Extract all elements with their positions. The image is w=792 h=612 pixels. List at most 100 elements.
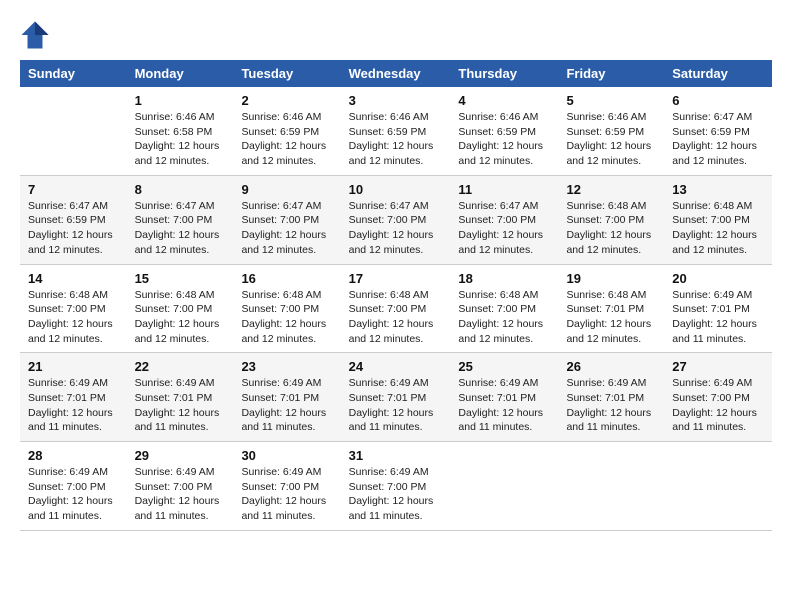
- calendar-cell: 3 Sunrise: 6:46 AM Sunset: 6:59 PM Daylig…: [341, 87, 451, 175]
- day-number: 25: [458, 359, 550, 374]
- calendar-cell: 19Sunrise: 6:48 AM Sunset: 7:01 PM Dayli…: [558, 264, 664, 353]
- calendar-table: SundayMondayTuesdayWednesdayThursdayFrid…: [20, 60, 772, 531]
- calendar-cell: 29 Sunrise: 6:49 AM Sunset: 7:00 PM Dayli…: [127, 442, 234, 531]
- calendar-cell: 12Sunrise: 6:48 AM Sunset: 7:00 PM Dayli…: [558, 175, 664, 264]
- column-header-thursday: Thursday: [450, 60, 558, 87]
- column-header-saturday: Saturday: [664, 60, 772, 87]
- day-number: 18: [458, 271, 550, 286]
- calendar-cell: 24 Sunrise: 6:49 AM Sunset: 7:01 PM Dayli…: [341, 353, 451, 442]
- column-header-wednesday: Wednesday: [341, 60, 451, 87]
- day-number: 2: [241, 93, 332, 108]
- calendar-cell: [664, 442, 772, 531]
- day-number: 28: [28, 448, 119, 463]
- day-number: 22: [135, 359, 226, 374]
- column-header-sunday: Sunday: [20, 60, 127, 87]
- calendar-cell: 25 Sunrise: 6:49 AM Sunset: 7:01 PM Dayli…: [450, 353, 558, 442]
- calendar-cell: 30 Sunrise: 6:49 AM Sunset: 7:00 PM Dayli…: [233, 442, 340, 531]
- calendar-cell: 17 Sunrise: 6:48 AM Sunset: 7:00 PM Dayli…: [341, 264, 451, 353]
- day-detail: Sunrise: 6:47 AM Sunset: 6:59 PM Dayligh…: [28, 199, 119, 258]
- day-number: 30: [241, 448, 332, 463]
- calendar-cell: 13 Sunrise: 6:48 AM Sunset: 7:00 PM Dayli…: [664, 175, 772, 264]
- calendar-cell: [558, 442, 664, 531]
- day-detail: Sunrise: 6:46 AM Sunset: 6:59 PM Dayligh…: [566, 110, 656, 169]
- day-number: 14: [28, 271, 119, 286]
- day-detail: Sunrise: 6:48 AM Sunset: 7:00 PM Dayligh…: [672, 199, 764, 258]
- calendar-cell: 22 Sunrise: 6:49 AM Sunset: 7:01 PM Dayli…: [127, 353, 234, 442]
- day-detail: Sunrise: 6:49 AM Sunset: 7:00 PM Dayligh…: [135, 465, 226, 524]
- calendar-cell: 8 Sunrise: 6:47 AM Sunset: 7:00 PM Daylig…: [127, 175, 234, 264]
- header-row: SundayMondayTuesdayWednesdayThursdayFrid…: [20, 60, 772, 87]
- calendar-cell: 16Sunrise: 6:48 AM Sunset: 7:00 PM Dayli…: [233, 264, 340, 353]
- calendar-week-2: 7 Sunrise: 6:47 AM Sunset: 6:59 PM Daylig…: [20, 175, 772, 264]
- calendar-cell: 1Sunrise: 6:46 AM Sunset: 6:58 PM Daylig…: [127, 87, 234, 175]
- day-number: 31: [349, 448, 443, 463]
- day-detail: Sunrise: 6:46 AM Sunset: 6:59 PM Dayligh…: [241, 110, 332, 169]
- day-number: 3: [349, 93, 443, 108]
- calendar-cell: 27 Sunrise: 6:49 AM Sunset: 7:00 PM Dayli…: [664, 353, 772, 442]
- day-detail: Sunrise: 6:46 AM Sunset: 6:58 PM Dayligh…: [135, 110, 226, 169]
- calendar-week-1: 1Sunrise: 6:46 AM Sunset: 6:58 PM Daylig…: [20, 87, 772, 175]
- calendar-cell: [20, 87, 127, 175]
- day-number: 17: [349, 271, 443, 286]
- day-number: 23: [241, 359, 332, 374]
- day-detail: Sunrise: 6:47 AM Sunset: 7:00 PM Dayligh…: [349, 199, 443, 258]
- logo-icon: [20, 20, 50, 50]
- day-detail: Sunrise: 6:49 AM Sunset: 7:01 PM Dayligh…: [135, 376, 226, 435]
- calendar-cell: 4 Sunrise: 6:46 AM Sunset: 6:59 PM Daylig…: [450, 87, 558, 175]
- day-number: 8: [135, 182, 226, 197]
- day-detail: Sunrise: 6:48 AM Sunset: 7:00 PM Dayligh…: [566, 199, 656, 258]
- day-detail: Sunrise: 6:47 AM Sunset: 7:00 PM Dayligh…: [458, 199, 550, 258]
- calendar-cell: 28 Sunrise: 6:49 AM Sunset: 7:00 PM Dayli…: [20, 442, 127, 531]
- day-number: 7: [28, 182, 119, 197]
- day-number: 5: [566, 93, 656, 108]
- day-detail: Sunrise: 6:49 AM Sunset: 7:01 PM Dayligh…: [672, 288, 764, 347]
- page-header: [20, 20, 772, 50]
- day-detail: Sunrise: 6:49 AM Sunset: 7:00 PM Dayligh…: [28, 465, 119, 524]
- day-number: 29: [135, 448, 226, 463]
- calendar-cell: 26Sunrise: 6:49 AM Sunset: 7:01 PM Dayli…: [558, 353, 664, 442]
- day-number: 20: [672, 271, 764, 286]
- day-detail: Sunrise: 6:47 AM Sunset: 7:00 PM Dayligh…: [241, 199, 332, 258]
- calendar-cell: 31Sunrise: 6:49 AM Sunset: 7:00 PM Dayli…: [341, 442, 451, 531]
- day-number: 27: [672, 359, 764, 374]
- day-detail: Sunrise: 6:48 AM Sunset: 7:00 PM Dayligh…: [349, 288, 443, 347]
- calendar-week-4: 21 Sunrise: 6:49 AM Sunset: 7:01 PM Dayli…: [20, 353, 772, 442]
- day-detail: Sunrise: 6:49 AM Sunset: 7:00 PM Dayligh…: [241, 465, 332, 524]
- day-detail: Sunrise: 6:49 AM Sunset: 7:01 PM Dayligh…: [349, 376, 443, 435]
- day-detail: Sunrise: 6:48 AM Sunset: 7:00 PM Dayligh…: [28, 288, 119, 347]
- day-detail: Sunrise: 6:46 AM Sunset: 6:59 PM Dayligh…: [458, 110, 550, 169]
- day-number: 16: [241, 271, 332, 286]
- calendar-body: 1Sunrise: 6:46 AM Sunset: 6:58 PM Daylig…: [20, 87, 772, 530]
- calendar-cell: 7 Sunrise: 6:47 AM Sunset: 6:59 PM Daylig…: [20, 175, 127, 264]
- day-detail: Sunrise: 6:48 AM Sunset: 7:01 PM Dayligh…: [566, 288, 656, 347]
- calendar-cell: 14 Sunrise: 6:48 AM Sunset: 7:00 PM Dayli…: [20, 264, 127, 353]
- day-number: 11: [458, 182, 550, 197]
- day-number: 24: [349, 359, 443, 374]
- calendar-cell: 10 Sunrise: 6:47 AM Sunset: 7:00 PM Dayli…: [341, 175, 451, 264]
- day-detail: Sunrise: 6:46 AM Sunset: 6:59 PM Dayligh…: [349, 110, 443, 169]
- day-detail: Sunrise: 6:49 AM Sunset: 7:01 PM Dayligh…: [458, 376, 550, 435]
- day-detail: Sunrise: 6:48 AM Sunset: 7:00 PM Dayligh…: [135, 288, 226, 347]
- day-detail: Sunrise: 6:47 AM Sunset: 6:59 PM Dayligh…: [672, 110, 764, 169]
- day-number: 10: [349, 182, 443, 197]
- calendar-cell: 21Sunrise: 6:49 AM Sunset: 7:01 PM Dayli…: [20, 353, 127, 442]
- day-detail: Sunrise: 6:49 AM Sunset: 7:00 PM Dayligh…: [672, 376, 764, 435]
- calendar-cell: 11 Sunrise: 6:47 AM Sunset: 7:00 PM Dayli…: [450, 175, 558, 264]
- day-number: 9: [241, 182, 332, 197]
- logo: [20, 20, 54, 50]
- calendar-header: SundayMondayTuesdayWednesdayThursdayFrid…: [20, 60, 772, 87]
- calendar-cell: 20 Sunrise: 6:49 AM Sunset: 7:01 PM Dayli…: [664, 264, 772, 353]
- calendar-cell: 18Sunrise: 6:48 AM Sunset: 7:00 PM Dayli…: [450, 264, 558, 353]
- calendar-cell: 23Sunrise: 6:49 AM Sunset: 7:01 PM Dayli…: [233, 353, 340, 442]
- calendar-cell: 2 Sunrise: 6:46 AM Sunset: 6:59 PM Daylig…: [233, 87, 340, 175]
- day-number: 15: [135, 271, 226, 286]
- day-detail: Sunrise: 6:47 AM Sunset: 7:00 PM Dayligh…: [135, 199, 226, 258]
- day-number: 21: [28, 359, 119, 374]
- column-header-monday: Monday: [127, 60, 234, 87]
- day-number: 6: [672, 93, 764, 108]
- column-header-friday: Friday: [558, 60, 664, 87]
- day-number: 13: [672, 182, 764, 197]
- column-header-tuesday: Tuesday: [233, 60, 340, 87]
- calendar-cell: 9 Sunrise: 6:47 AM Sunset: 7:00 PM Daylig…: [233, 175, 340, 264]
- day-number: 4: [458, 93, 550, 108]
